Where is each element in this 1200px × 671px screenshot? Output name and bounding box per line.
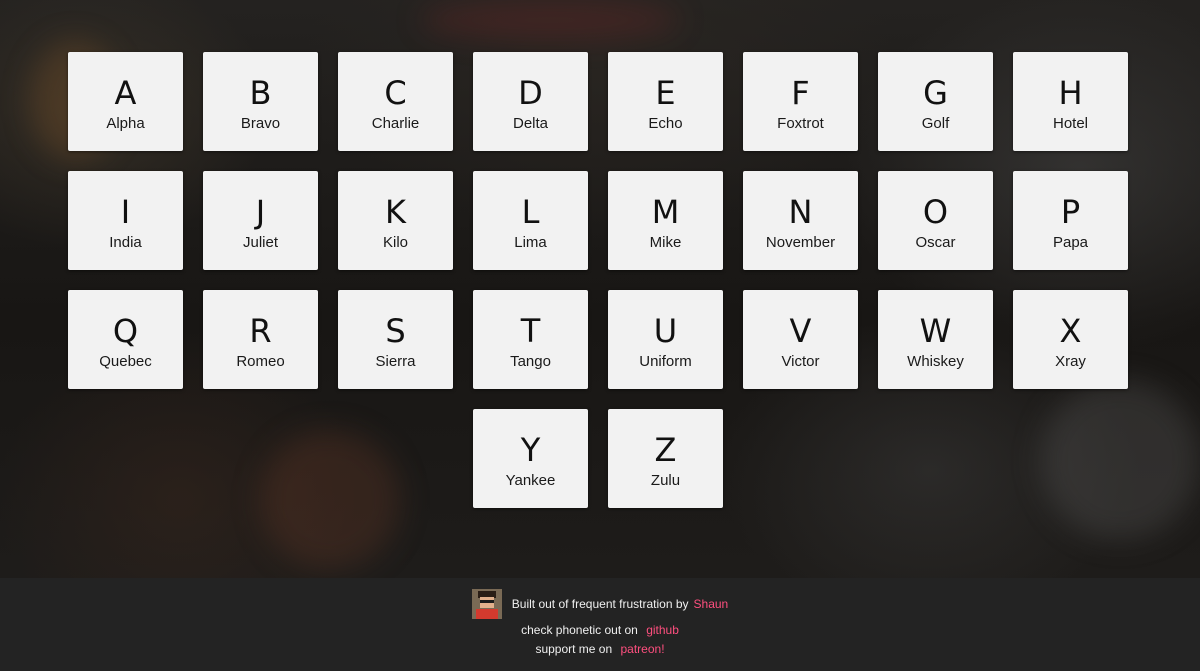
- card-letter: C: [384, 74, 407, 112]
- card-zulu[interactable]: Z Zulu: [608, 409, 723, 508]
- card-letter: T: [520, 312, 541, 350]
- card-word: Oscar: [915, 234, 956, 251]
- card-victor[interactable]: V Victor: [743, 290, 858, 389]
- footer-credit-line: Built out of frequent frustration by Sha…: [0, 589, 1200, 619]
- card-letter: B: [249, 74, 272, 112]
- card-charlie[interactable]: C Charlie: [338, 52, 453, 151]
- card-india[interactable]: I India: [68, 171, 183, 270]
- card-word: Yankee: [505, 472, 556, 489]
- card-oscar[interactable]: O Oscar: [878, 171, 993, 270]
- footer-github-line: check phonetic out on github: [0, 622, 1200, 638]
- card-word: Juliet: [242, 234, 279, 251]
- card-november[interactable]: N November: [743, 171, 858, 270]
- card-word: Foxtrot: [777, 115, 824, 132]
- card-letter: J: [255, 193, 266, 231]
- card-letter: I: [120, 193, 131, 231]
- card-letter: M: [651, 193, 680, 231]
- card-bravo[interactable]: B Bravo: [203, 52, 318, 151]
- card-word: Bravo: [240, 115, 281, 132]
- card-kilo[interactable]: K Kilo: [338, 171, 453, 270]
- card-letter: P: [1060, 193, 1081, 231]
- card-letter: H: [1058, 74, 1083, 112]
- card-word: Whiskey: [907, 353, 964, 370]
- card-word: Echo: [648, 115, 683, 132]
- footer: Built out of frequent frustration by Sha…: [0, 578, 1200, 671]
- author-link[interactable]: Shaun: [694, 597, 729, 611]
- card-letter: D: [518, 74, 543, 112]
- card-letter: F: [791, 74, 810, 112]
- card-word: Uniform: [639, 353, 692, 370]
- card-letter: G: [923, 74, 948, 112]
- card-word: Delta: [512, 115, 549, 132]
- card-xray[interactable]: X Xray: [1013, 290, 1128, 389]
- card-letter: O: [922, 193, 949, 231]
- card-letter: A: [114, 74, 137, 112]
- card-letter: S: [385, 312, 406, 350]
- card-letter: E: [655, 74, 676, 112]
- card-foxtrot[interactable]: F Foxtrot: [743, 52, 858, 151]
- card-word: Kilo: [382, 234, 408, 251]
- card-hotel[interactable]: H Hotel: [1013, 52, 1128, 151]
- card-word: Xray: [1055, 353, 1086, 370]
- card-word: Lima: [514, 234, 547, 251]
- card-uniform[interactable]: U Uniform: [608, 290, 723, 389]
- card-letter: V: [789, 312, 812, 350]
- patreon-link[interactable]: patreon!: [621, 642, 665, 656]
- card-word: Hotel: [1052, 115, 1089, 132]
- card-word: Romeo: [236, 353, 285, 370]
- card-letter: X: [1059, 312, 1082, 350]
- card-letter: Z: [654, 431, 677, 469]
- card-word: Mike: [649, 234, 682, 251]
- card-juliet[interactable]: J Juliet: [203, 171, 318, 270]
- card-word: November: [765, 234, 836, 251]
- card-word: Tango: [510, 353, 551, 370]
- alphabet-grid: A Alpha B Bravo C Charlie D Delta E Echo F Fox…: [68, 52, 1128, 508]
- card-word: Charlie: [371, 115, 420, 132]
- card-word: Papa: [1052, 234, 1089, 251]
- card-alpha[interactable]: A Alpha: [68, 52, 183, 151]
- card-whiskey[interactable]: W Whiskey: [878, 290, 993, 389]
- footer-patreon-line: support me on patreon!: [0, 641, 1200, 657]
- card-papa[interactable]: P Papa: [1013, 171, 1128, 270]
- card-sierra[interactable]: S Sierra: [338, 290, 453, 389]
- card-letter: L: [521, 193, 540, 231]
- card-delta[interactable]: D Delta: [473, 52, 588, 151]
- card-letter: Q: [112, 312, 139, 350]
- card-word: Golf: [921, 115, 950, 132]
- pixel-avatar-icon: [471, 589, 502, 619]
- card-word: Alpha: [106, 115, 145, 132]
- card-word: Sierra: [375, 353, 416, 370]
- card-letter: K: [385, 193, 406, 231]
- github-link[interactable]: github: [646, 623, 679, 637]
- card-word: Zulu: [650, 472, 681, 489]
- card-yankee[interactable]: Y Yankee: [473, 409, 588, 508]
- card-letter: U: [653, 312, 678, 350]
- card-romeo[interactable]: R Romeo: [203, 290, 318, 389]
- card-word: Quebec: [99, 353, 152, 370]
- card-letter: R: [249, 312, 272, 350]
- card-golf[interactable]: G Golf: [878, 52, 993, 151]
- card-word: India: [109, 234, 142, 251]
- card-echo[interactable]: E Echo: [608, 52, 723, 151]
- card-lima[interactable]: L Lima: [473, 171, 588, 270]
- card-word: Victor: [781, 353, 820, 370]
- footer-patreon-text: support me on: [535, 642, 613, 656]
- card-letter: Y: [520, 431, 541, 469]
- footer-github-text: check phonetic out on: [521, 623, 638, 637]
- card-tango[interactable]: T Tango: [473, 290, 588, 389]
- card-letter: W: [919, 312, 952, 350]
- card-quebec[interactable]: Q Quebec: [68, 290, 183, 389]
- card-letter: N: [788, 193, 813, 231]
- card-mike[interactable]: M Mike: [608, 171, 723, 270]
- footer-built-text: Built out of frequent frustration by: [511, 597, 689, 611]
